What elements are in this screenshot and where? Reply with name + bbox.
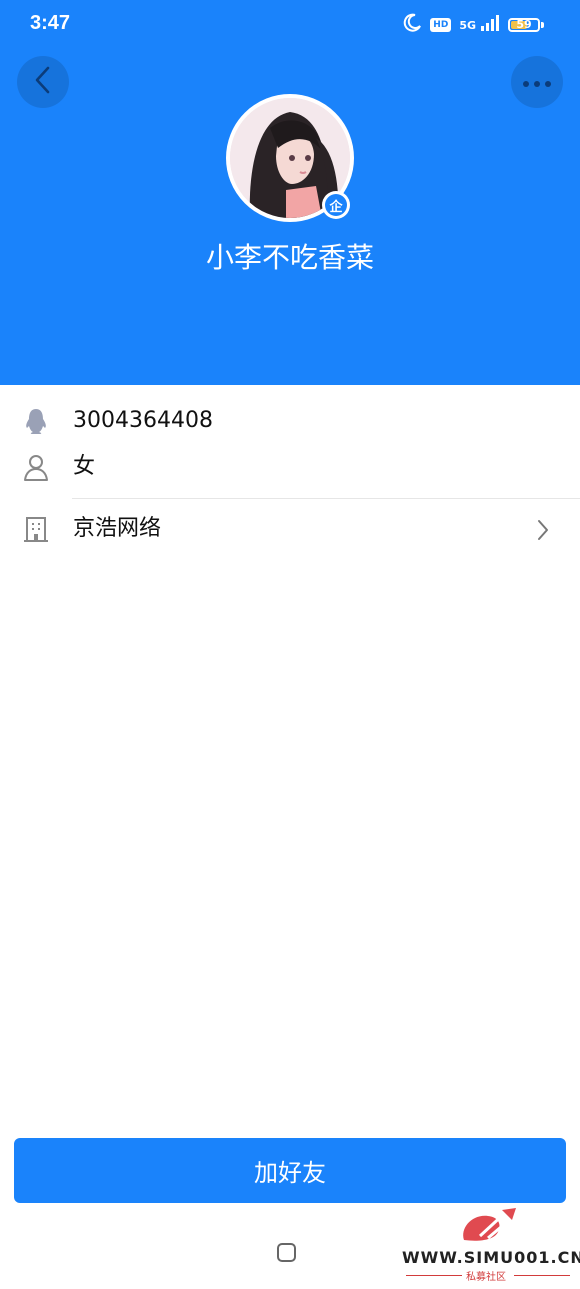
gender-row: 女 [0,444,580,490]
nickname: 小李不吃香菜 [205,241,374,274]
chevron-left-icon [32,65,54,99]
more-dots-icon [522,73,552,92]
company-row[interactable]: 京浩网络 [0,506,580,552]
enterprise-badge: 企 [322,191,350,219]
add-friend-button[interactable]: 加好友 [14,1138,566,1203]
battery-level: 59 [516,18,532,31]
qq-number: 3004364408 [73,408,213,433]
status-bar: 3:47 HD 5G 59 [0,0,580,48]
battery-tip [541,22,544,28]
watermark: WWW.SIMU001.CN 私募社区 [402,1206,580,1286]
profile-header: 3:47 HD 5G 59 企 小李不吃香菜 [0,0,580,385]
battery-icon: 59 [508,18,540,32]
status-time: 3:47 [30,12,71,34]
avatar-container[interactable]: 企 [226,94,354,222]
watermark-line-left [406,1275,462,1276]
network-type: 5G [459,18,476,32]
more-button[interactable] [511,56,563,108]
penguin-icon [22,406,50,436]
watermark-line-right [514,1275,570,1276]
signal-icon [480,15,500,35]
back-button[interactable] [17,56,69,108]
person-icon [22,452,50,482]
building-icon [22,514,50,544]
qq-number-row: 3004364408 [0,398,580,444]
company-name: 京浩网络 [73,516,162,541]
gender: 女 [73,454,96,479]
watermark-subtitle: 私募社区 [466,1272,506,1283]
divider [72,498,580,499]
hd-badge: HD [430,18,452,32]
watermark-logo-icon [458,1206,520,1250]
chevron-right-icon [536,518,550,546]
home-button[interactable] [277,1243,296,1262]
moon-icon [402,13,422,37]
watermark-url: WWW.SIMU001.CN [402,1248,580,1267]
status-icons: HD 5G 59 [402,13,544,37]
enterprise-badge-label: 企 [325,194,347,216]
